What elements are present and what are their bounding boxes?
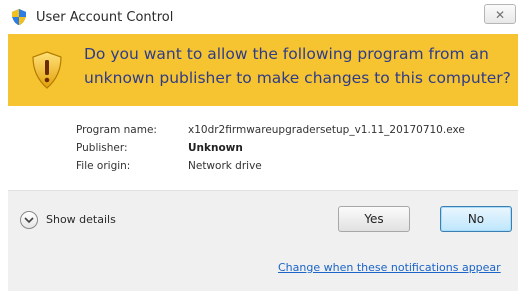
publisher-value: Unknown xyxy=(188,142,243,154)
uac-shield-warning-icon xyxy=(30,50,64,90)
window-title: User Account Control xyxy=(36,10,174,25)
warning-banner: Do you want to allow the following progr… xyxy=(8,34,518,106)
title-bar: User Account Control ✕ xyxy=(0,0,524,34)
publisher-label: Publisher: xyxy=(76,142,128,154)
no-button[interactable]: No xyxy=(440,206,512,232)
chevron-down-icon xyxy=(20,211,38,229)
close-icon: ✕ xyxy=(494,8,506,22)
close-button[interactable]: ✕ xyxy=(484,4,516,24)
program-name-value: x10dr2firmwareupgradersetup_v1.11_201707… xyxy=(188,124,465,136)
show-details-label: Show details xyxy=(46,213,116,226)
file-origin-value: Network drive xyxy=(188,160,262,172)
uac-dialog: User Account Control ✕ Do you want to al… xyxy=(0,0,524,292)
uac-shield-icon xyxy=(10,8,28,26)
yes-button[interactable]: Yes xyxy=(338,206,410,232)
prompt-question: Do you want to allow the following progr… xyxy=(84,45,511,87)
change-notifications-link[interactable]: Change when these notifications appear xyxy=(278,261,501,274)
program-info: Program name: x10dr2firmwareupgradersetu… xyxy=(8,106,518,198)
dialog-footer: Show details Yes No Change when these no… xyxy=(8,190,518,291)
file-origin-label: File origin: xyxy=(76,160,131,172)
program-name-label: Program name: xyxy=(76,124,157,136)
